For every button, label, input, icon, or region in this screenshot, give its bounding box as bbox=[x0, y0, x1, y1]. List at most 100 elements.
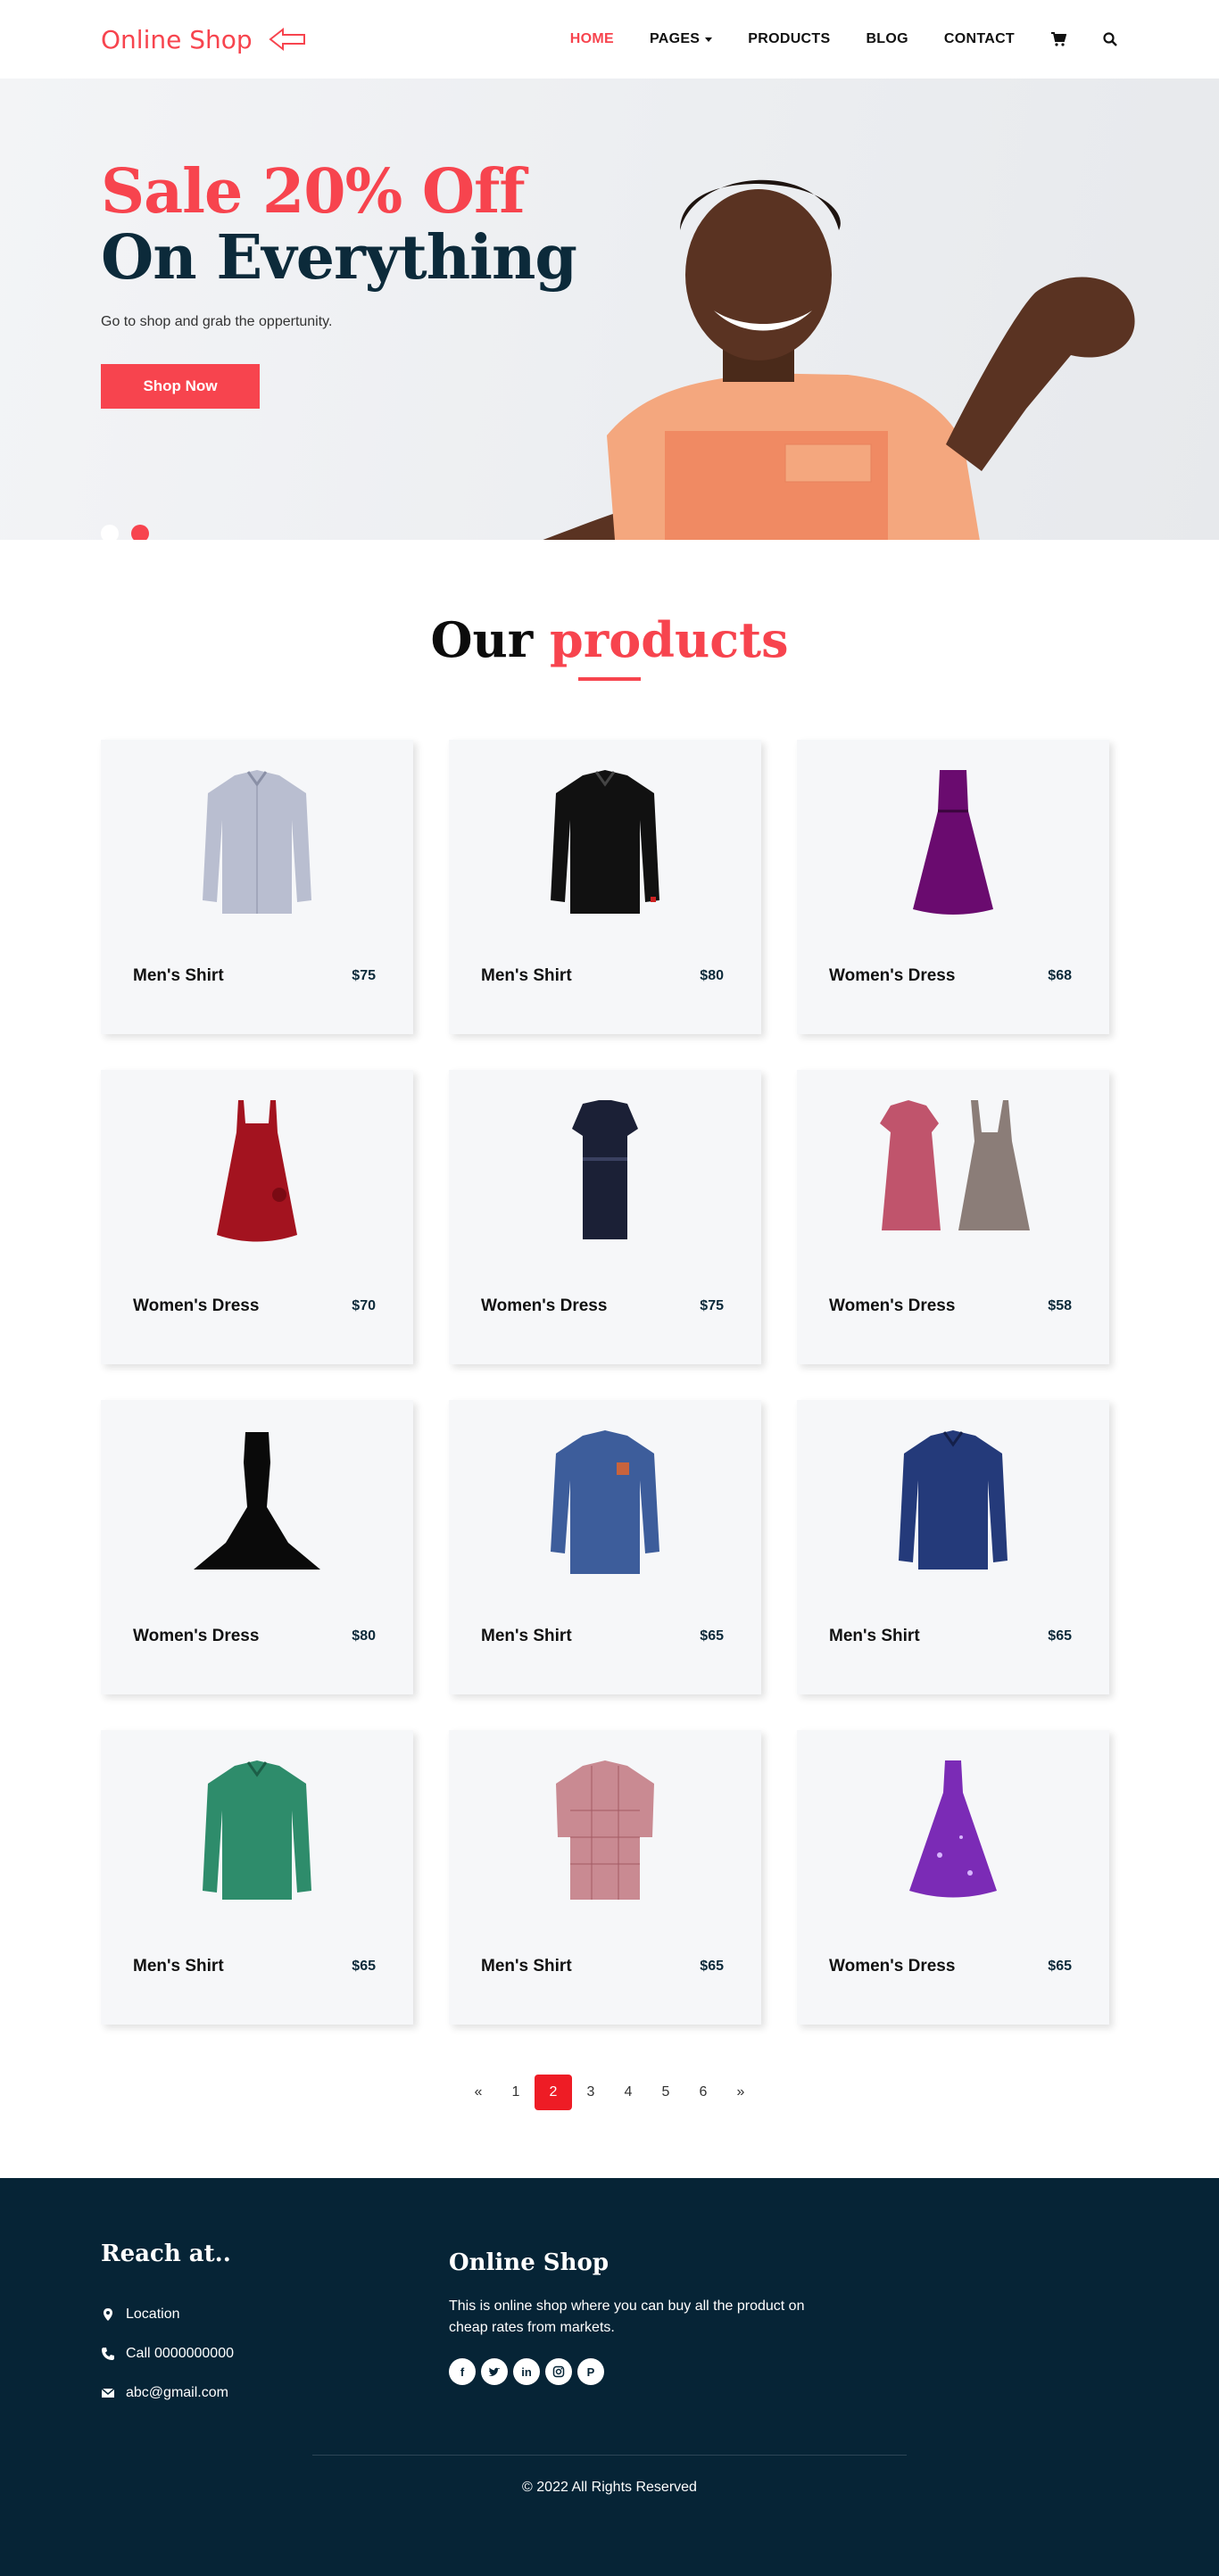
main-nav: HOME PAGES PRODUCTS BLOG CONTACT bbox=[570, 31, 1118, 47]
product-name: Women's Dress bbox=[829, 1296, 956, 1315]
page-3[interactable]: 3 bbox=[572, 2075, 610, 2110]
facebook-icon[interactable]: f bbox=[449, 2358, 476, 2385]
product-price: $75 bbox=[352, 968, 376, 983]
product-name: Women's Dress bbox=[133, 1627, 260, 1645]
product-name: Women's Dress bbox=[133, 1296, 260, 1315]
carousel-indicators bbox=[101, 525, 149, 540]
product-card[interactable]: Men's Shirt $65 bbox=[449, 1400, 761, 1694]
product-name: Men's Shirt bbox=[133, 1957, 224, 1975]
products-section: Our products Men's Shirt $75 Men's Shirt… bbox=[0, 540, 1219, 2110]
product-name: Men's Shirt bbox=[481, 966, 572, 985]
caret-down-icon bbox=[705, 37, 713, 42]
product-price: $68 bbox=[1048, 968, 1072, 983]
logo-text: Online Shop bbox=[101, 24, 253, 54]
carousel-dot-2[interactable] bbox=[131, 525, 149, 540]
hero-title-line2: On Everything bbox=[101, 222, 577, 294]
site-logo[interactable]: Online Shop bbox=[101, 25, 306, 54]
product-card[interactable]: Men's Shirt $65 bbox=[797, 1400, 1109, 1694]
product-image bbox=[797, 1730, 1109, 1935]
product-name: Men's Shirt bbox=[133, 966, 224, 985]
shop-now-button[interactable]: Shop Now bbox=[101, 364, 260, 409]
product-image bbox=[797, 740, 1109, 945]
phone-icon bbox=[102, 2348, 114, 2360]
product-card[interactable]: Women's Dress $70 bbox=[101, 1070, 413, 1364]
heading-underline bbox=[578, 677, 641, 681]
copyright: © 2022 All Rights Reserved bbox=[522, 2480, 697, 2495]
footer-shop-heading: Online Shop bbox=[449, 2249, 610, 2276]
site-footer: Reach at.. Location Call 0000000000 abc@… bbox=[0, 2178, 1219, 2576]
product-name: Women's Dress bbox=[829, 966, 956, 985]
product-price: $65 bbox=[1048, 1959, 1072, 1974]
product-price: $80 bbox=[352, 1628, 376, 1644]
product-price: $65 bbox=[700, 1959, 724, 1974]
nav-pages-dropdown[interactable]: PAGES bbox=[650, 31, 713, 47]
page-1[interactable]: 1 bbox=[497, 2075, 535, 2110]
product-image bbox=[797, 1070, 1109, 1275]
product-info: Men's Shirt $80 bbox=[481, 966, 724, 986]
product-image bbox=[101, 740, 413, 945]
product-name: Women's Dress bbox=[481, 1296, 608, 1315]
footer-contact: Reach at.. Location Call 0000000000 abc@… bbox=[101, 2241, 234, 2401]
product-price: $65 bbox=[352, 1959, 376, 1974]
page-5[interactable]: 5 bbox=[647, 2075, 684, 2110]
carousel-dot-1[interactable] bbox=[101, 525, 119, 540]
footer-reach-heading: Reach at.. bbox=[101, 2241, 231, 2267]
footer-divider bbox=[312, 2455, 907, 2456]
nav-contact[interactable]: CONTACT bbox=[944, 31, 1015, 47]
cart-icon[interactable] bbox=[1050, 31, 1066, 47]
product-name: Women's Dress bbox=[829, 1957, 956, 1975]
product-card[interactable]: Women's Dress $80 bbox=[101, 1400, 413, 1694]
product-price: $65 bbox=[700, 1628, 724, 1644]
page-2[interactable]: 2 bbox=[535, 2075, 572, 2110]
product-card[interactable]: Men's Shirt $80 bbox=[449, 740, 761, 1034]
product-info: Men's Shirt $75 bbox=[133, 966, 376, 986]
page-4[interactable]: 4 bbox=[610, 2075, 647, 2110]
search-icon[interactable] bbox=[1102, 31, 1118, 47]
product-price: $75 bbox=[700, 1298, 724, 1313]
product-card[interactable]: Women's Dress $75 bbox=[449, 1070, 761, 1364]
instagram-icon[interactable] bbox=[545, 2358, 572, 2385]
product-name: Men's Shirt bbox=[829, 1627, 920, 1645]
nav-blog[interactable]: BLOG bbox=[866, 31, 908, 47]
product-price: $80 bbox=[700, 968, 724, 983]
page-next[interactable]: » bbox=[722, 2075, 759, 2110]
product-info: Women's Dress $58 bbox=[829, 1296, 1072, 1316]
footer-phone[interactable]: Call 0000000000 bbox=[101, 2346, 234, 2362]
nav-products[interactable]: PRODUCTS bbox=[748, 31, 830, 47]
footer-email[interactable]: abc@gmail.com bbox=[101, 2385, 234, 2401]
product-card[interactable]: Women's Dress $68 bbox=[797, 740, 1109, 1034]
footer-location[interactable]: Location bbox=[101, 2307, 234, 2323]
product-info: Women's Dress $75 bbox=[481, 1296, 724, 1316]
product-card[interactable]: Women's Dress $65 bbox=[797, 1730, 1109, 2025]
product-card[interactable]: Men's Shirt $75 bbox=[101, 740, 413, 1034]
map-marker-icon bbox=[104, 2308, 112, 2321]
product-image bbox=[449, 1070, 761, 1275]
product-info: Men's Shirt $65 bbox=[829, 1627, 1072, 1646]
product-image bbox=[449, 1730, 761, 1935]
product-card[interactable]: Women's Dress $58 bbox=[797, 1070, 1109, 1364]
page-6[interactable]: 6 bbox=[684, 2075, 722, 2110]
product-image bbox=[101, 1400, 413, 1605]
product-name: Men's Shirt bbox=[481, 1627, 572, 1645]
product-name: Men's Shirt bbox=[481, 1957, 572, 1975]
product-info: Women's Dress $80 bbox=[133, 1627, 376, 1646]
nav-home[interactable]: HOME bbox=[570, 31, 614, 47]
product-price: $70 bbox=[352, 1298, 376, 1313]
product-image bbox=[797, 1400, 1109, 1605]
pinterest-icon[interactable]: P bbox=[577, 2358, 604, 2385]
pagination: « 1 2 3 4 5 6 » bbox=[0, 2075, 1219, 2110]
product-info: Men's Shirt $65 bbox=[133, 1957, 376, 1976]
product-image bbox=[101, 1730, 413, 1935]
twitter-icon[interactable] bbox=[481, 2358, 508, 2385]
hero-text: Sale 20% Off On Everything Go to shop an… bbox=[101, 159, 577, 409]
hero-subtitle: Go to shop and grab the oppertunity. bbox=[101, 314, 333, 329]
product-image bbox=[449, 740, 761, 945]
page-prev[interactable]: « bbox=[460, 2075, 497, 2110]
social-links: f in P bbox=[449, 2358, 806, 2385]
product-card[interactable]: Men's Shirt $65 bbox=[101, 1730, 413, 2025]
product-card[interactable]: Men's Shirt $65 bbox=[449, 1730, 761, 2025]
product-info: Women's Dress $70 bbox=[133, 1296, 376, 1316]
product-price: $58 bbox=[1048, 1298, 1072, 1313]
envelope-icon bbox=[101, 2388, 115, 2398]
linkedin-icon[interactable]: in bbox=[513, 2358, 540, 2385]
